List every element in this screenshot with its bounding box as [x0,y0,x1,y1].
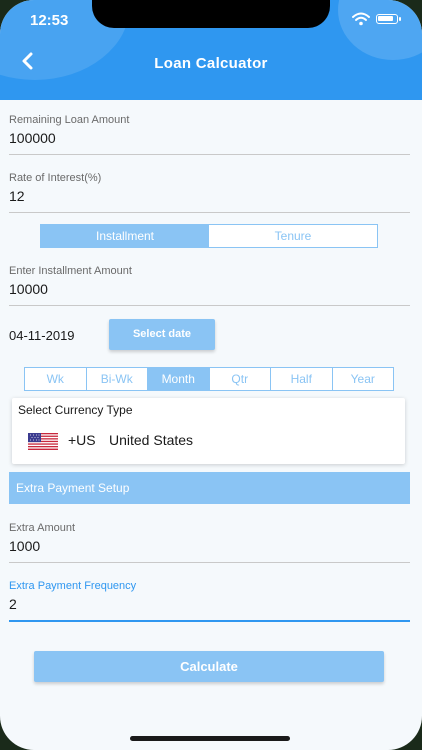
period-option-year[interactable]: Year [331,368,394,390]
tenure-tab[interactable]: Tenure [209,225,377,247]
home-indicator[interactable] [130,736,290,741]
installment-amount-field[interactable]: Enter Installment Amount 10000 [9,265,410,306]
app-header: 12:53 Loan Calcuator [0,0,422,100]
us-flag-icon [28,433,58,450]
currency-selector[interactable]: Select Currency Type +US United States [12,398,405,464]
period-option-bi-wk[interactable]: Bi-Wk [85,368,148,390]
interest-rate-label: Rate of Interest(%) [9,172,102,184]
calculate-button[interactable]: Calculate [34,651,384,682]
period-option-month[interactable]: Month [147,368,209,390]
mode-toggle: Installment Tenure [40,224,378,248]
extra-frequency-field[interactable]: Extra Payment Frequency 2 [9,580,410,622]
extra-amount-field[interactable]: Extra Amount 1000 [9,522,410,563]
currency-title: Select Currency Type [18,403,133,417]
remaining-loan-label: Remaining Loan Amount [9,114,130,126]
page-title: Loan Calcuator [154,55,268,72]
period-option-qtr[interactable]: Qtr [208,368,271,390]
period-option-half[interactable]: Half [270,368,332,390]
interest-rate-input[interactable]: 12 [9,188,410,206]
installment-amount-input[interactable]: 10000 [9,281,410,299]
extra-amount-label: Extra Amount [9,522,76,534]
installment-tab[interactable]: Installment [41,225,209,247]
battery-icon [376,14,401,24]
extra-frequency-label: Extra Payment Frequency [9,580,137,592]
field-underline [9,562,410,563]
period-selector: Wk Bi-Wk Month Qtr Half Year [24,367,394,391]
currency-country: United States [109,432,194,448]
status-time: 12:53 [30,12,69,29]
app-screen: 12:53 Loan Calcuator Remaining Loan Amou… [0,0,422,750]
status-icons [352,12,412,26]
remaining-loan-field[interactable]: Remaining Loan Amount 100000 [9,114,410,155]
interest-rate-field[interactable]: Rate of Interest(%) 12 [9,172,410,213]
select-date-button[interactable]: Select date [109,319,215,350]
field-underline [9,212,410,213]
extra-payment-section-header: Extra Payment Setup [9,472,410,504]
header-decoration [338,0,422,60]
selected-date: 04-11-2019 [9,328,75,343]
currency-code: +US [68,432,96,448]
field-underline [9,620,410,622]
installment-amount-label: Enter Installment Amount [9,265,132,277]
remaining-loan-input[interactable]: 100000 [9,130,410,148]
wifi-icon [352,12,370,26]
field-underline [9,154,410,155]
device-notch [92,0,330,28]
field-underline [9,305,410,306]
extra-frequency-input[interactable]: 2 [9,596,410,614]
period-option-wk[interactable]: Wk [25,368,86,390]
extra-amount-input[interactable]: 1000 [9,538,410,556]
